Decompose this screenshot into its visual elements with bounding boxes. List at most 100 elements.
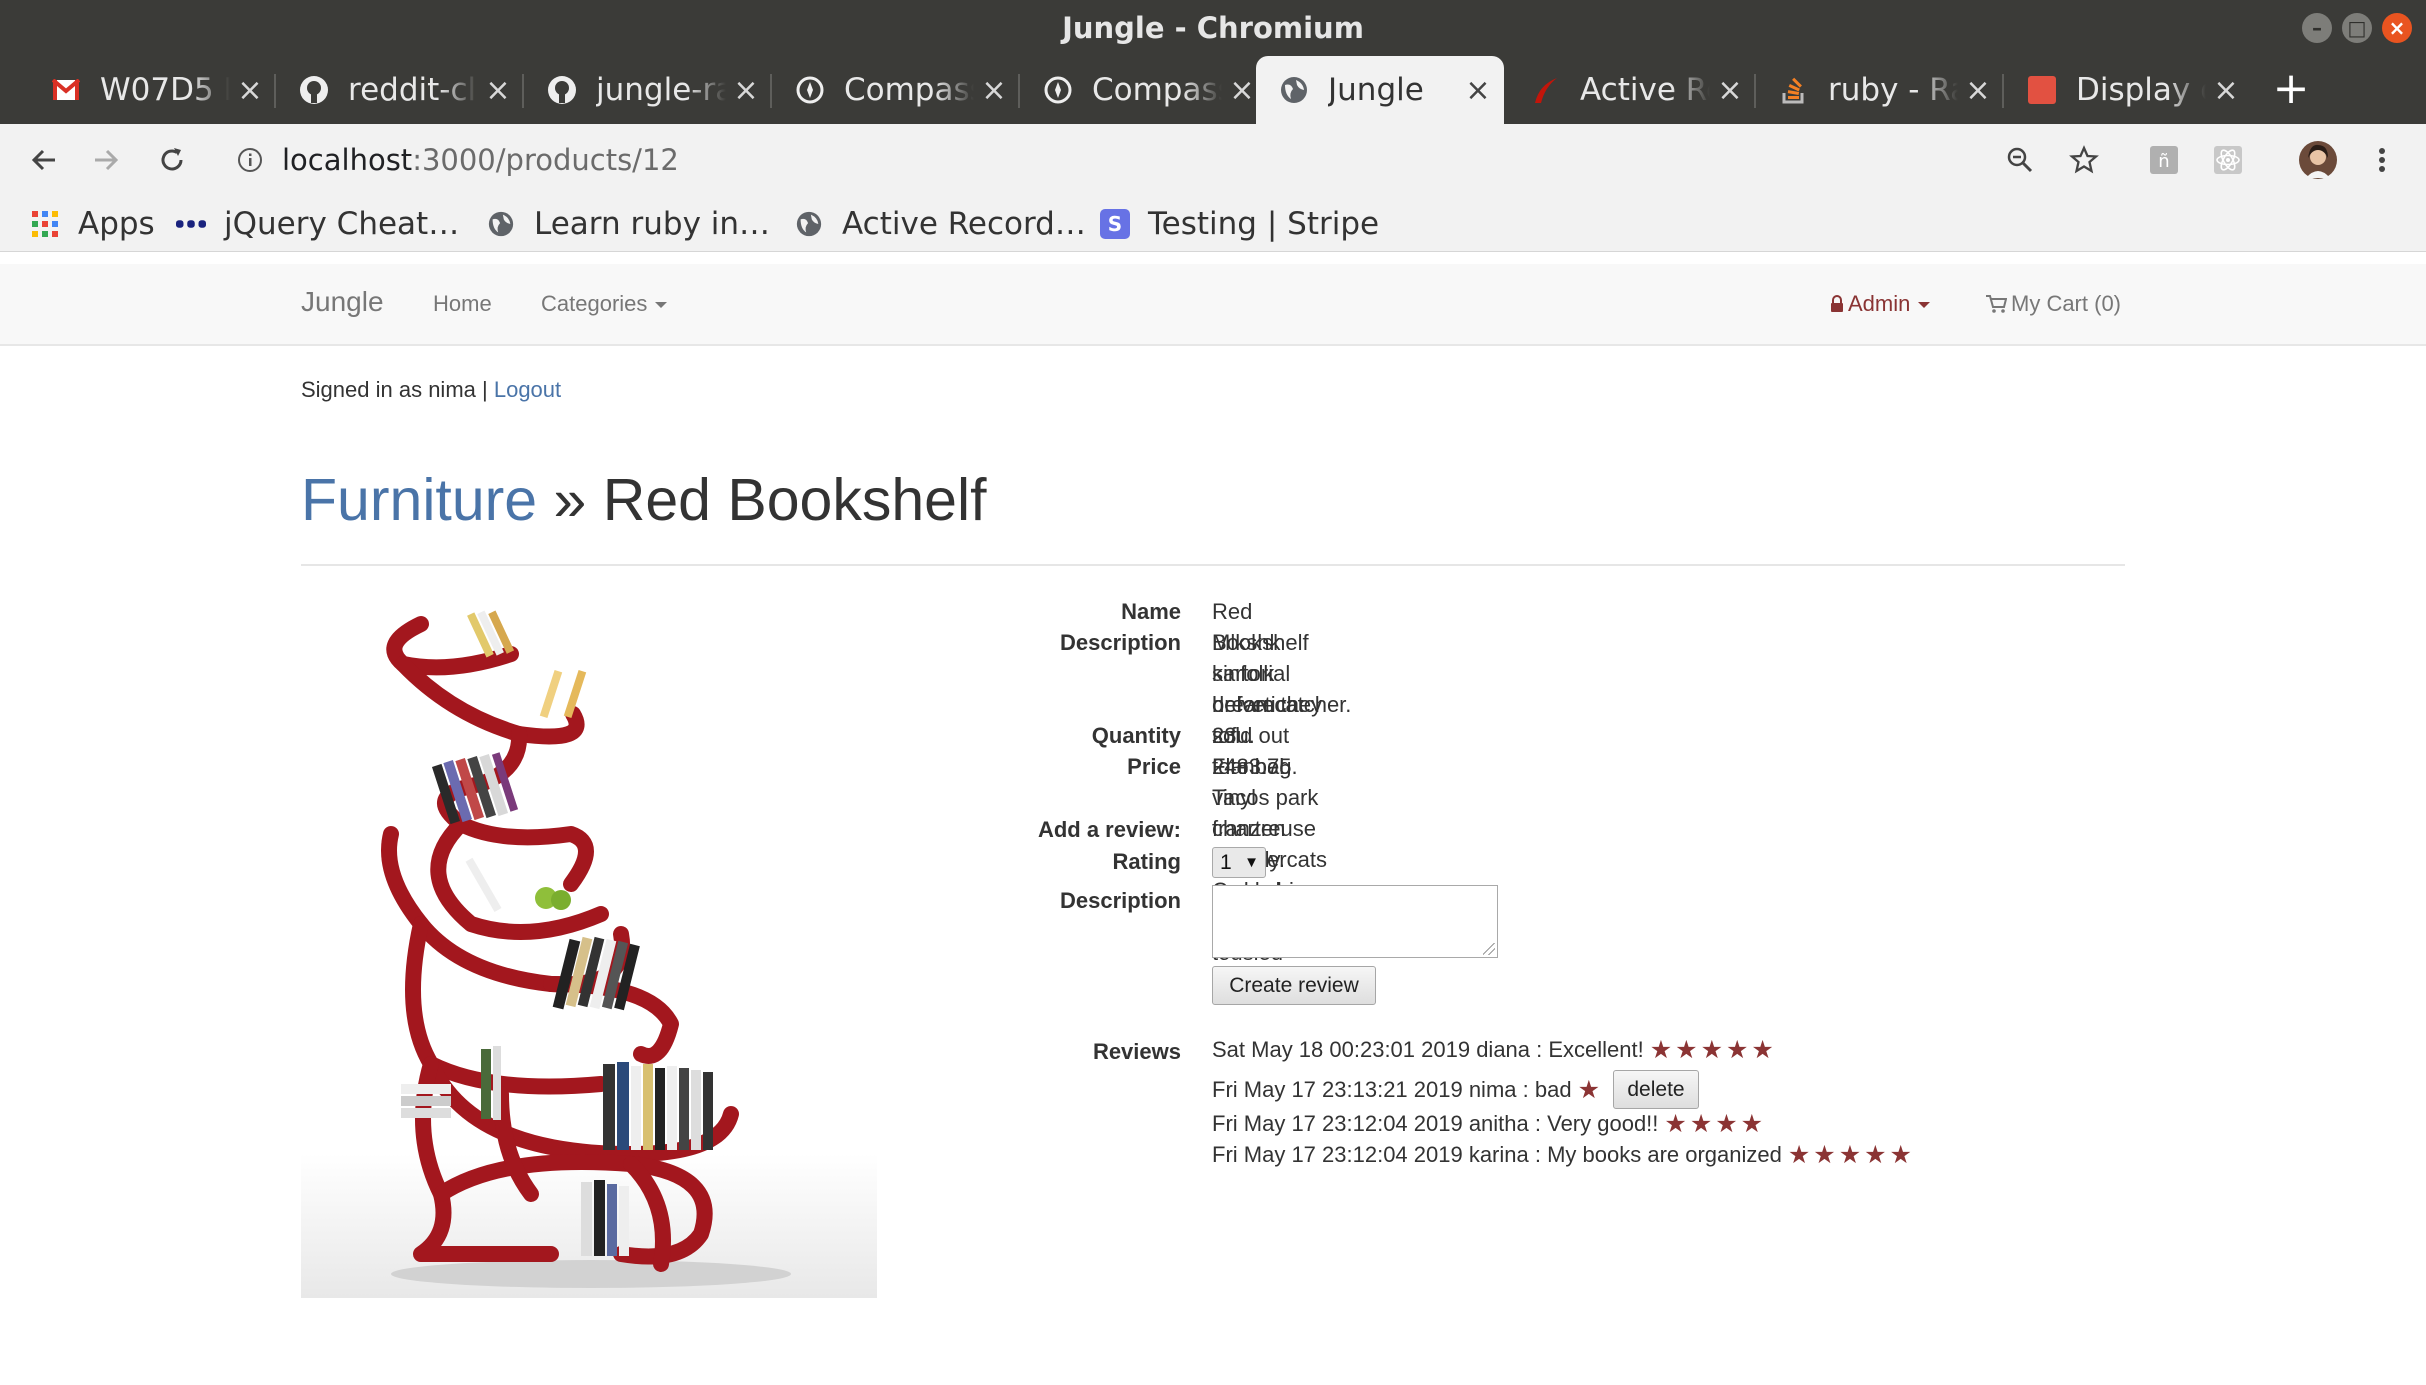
compass-icon <box>794 74 826 106</box>
forward-arrow-icon[interactable] <box>82 136 130 184</box>
browser-tab[interactable]: reddit-cl × <box>276 56 524 124</box>
brand-link[interactable]: Jungle <box>301 286 384 318</box>
svg-text:ñ: ñ <box>2158 151 2169 172</box>
star-rating-icon: ★★★★★ <box>1787 1141 1915 1169</box>
star-rating-icon: ★★★★★ <box>1649 1036 1777 1064</box>
site-navbar: Jungle Home Categories Admin My Cart (0) <box>0 264 2426 346</box>
browser-tab[interactable]: ruby - Ra × <box>1756 56 2004 124</box>
add-review-heading: Add a review: <box>1037 817 1181 842</box>
tab-strip: W07D5 L × reddit-cl × jungle-ra × Compas… <box>0 56 2426 124</box>
tab-close-icon[interactable]: × <box>726 73 766 108</box>
bookmark-jquery-cheat[interactable]: jQuery Cheat… <box>176 204 459 244</box>
cart-icon <box>1985 291 2011 316</box>
browser-menu-icon[interactable] <box>2358 136 2406 184</box>
react-devtools-icon[interactable] <box>2204 136 2252 184</box>
bookmark-star-icon[interactable] <box>2060 136 2108 184</box>
minimize-button[interactable]: – <box>2302 13 2332 43</box>
compass-icon <box>1042 74 1074 106</box>
tab-close-icon[interactable]: × <box>1958 73 1998 108</box>
nav-home-link[interactable]: Home <box>433 291 492 317</box>
gmail-icon <box>50 74 82 106</box>
bookmark-learn-ruby[interactable]: Learn ruby in… <box>486 204 770 244</box>
chevron-down-icon <box>1918 302 1931 309</box>
browser-toolbar: localhost:3000/products/12 ñ <box>0 124 2426 196</box>
create-review-button[interactable]: Create review <box>1212 966 1376 1005</box>
address-bar[interactable]: localhost:3000/products/12 <box>236 136 679 184</box>
delete-review-button[interactable]: delete <box>1612 1070 1699 1109</box>
nav-admin-dropdown[interactable]: Admin <box>1830 291 1931 317</box>
back-arrow-icon[interactable] <box>20 136 68 184</box>
review-description-textarea[interactable] <box>1212 885 1498 958</box>
window-titlebar: Jungle - Chromium – □ × <box>0 0 2426 56</box>
price-label: Price <box>1127 754 1181 779</box>
rating-select[interactable]: 1 ▼ <box>1212 847 1266 878</box>
new-tab-button[interactable]: + <box>2266 56 2316 124</box>
globe-icon <box>794 209 824 239</box>
star-rating-icon: ★ <box>1577 1075 1603 1104</box>
bookmarks-bar: Apps jQuery Cheat… Learn ruby in… Active… <box>0 196 2426 252</box>
title-divider <box>301 564 2125 566</box>
review-item: Sat May 18 00:23:01 2019 diana : Excelle… <box>1212 1036 1777 1064</box>
product-image <box>301 594 877 1298</box>
quantity-value: 23 <box>1212 723 1237 748</box>
bookmark-active-record[interactable]: Active Record… <box>794 204 1086 244</box>
dots-icon <box>176 209 206 239</box>
bookmark-apps[interactable]: Apps <box>30 204 155 244</box>
browser-tab[interactable]: Compass × <box>772 56 1020 124</box>
tab-close-icon[interactable]: × <box>1710 73 1750 108</box>
nav-cart-link[interactable]: My Cart (0) <box>1985 291 2121 317</box>
github-icon <box>546 74 578 106</box>
svg-text:S: S <box>1108 212 1122 236</box>
extension-icon[interactable]: ñ <box>2140 136 2188 184</box>
session-status: Signed in as nima | Logout <box>301 377 562 402</box>
tab-close-icon[interactable]: × <box>230 73 270 108</box>
logout-link[interactable]: Logout <box>494 377 561 402</box>
description-label: Description <box>1059 630 1181 655</box>
review-item: Fri May 17 23:12:04 2019 karina : My boo… <box>1212 1141 1915 1169</box>
bookmark-testing-stripe[interactable]: S Testing | Stripe <box>1100 204 1379 244</box>
reload-icon[interactable] <box>148 136 196 184</box>
window-controls: – □ × <box>2302 13 2412 43</box>
tab-close-icon[interactable]: × <box>1458 73 1498 108</box>
site-info-icon[interactable] <box>236 146 264 174</box>
dropdown-arrow-icon: ▼ <box>1244 854 1259 871</box>
page-title: Furniture » Red Bookshelf <box>301 467 987 533</box>
maximize-button[interactable]: □ <box>2342 13 2372 43</box>
tab-close-icon[interactable]: × <box>974 73 1014 108</box>
resize-grip-icon[interactable] <box>1483 943 1495 955</box>
reviews-label: Reviews <box>1092 1039 1181 1064</box>
tab-close-icon[interactable]: × <box>2206 73 2246 108</box>
price-value: 2483.75 <box>1212 754 1292 779</box>
category-breadcrumb-link[interactable]: Furniture <box>301 467 537 533</box>
tab-close-icon[interactable]: × <box>478 73 518 108</box>
stackoverflow-icon <box>1778 74 1810 106</box>
browser-tab-active[interactable]: Jungle × <box>1256 56 1504 124</box>
close-window-button[interactable]: × <box>2382 13 2412 43</box>
review-description-label: Description <box>1059 888 1181 913</box>
nav-categories-dropdown[interactable]: Categories <box>541 291 668 317</box>
profile-avatar[interactable] <box>2294 136 2342 184</box>
description-line: dreamcatcher. <box>1212 692 1352 717</box>
apps-grid-icon <box>30 209 60 239</box>
browser-tab[interactable]: Compass × <box>1020 56 1268 124</box>
star-rating-icon: ★★★★ <box>1664 1110 1767 1138</box>
browser-tab[interactable]: W07D5 L × <box>28 56 276 124</box>
rating-label: Rating <box>1112 849 1181 874</box>
quantity-label: Quantity <box>1091 723 1181 748</box>
square-icon <box>2026 74 2058 106</box>
review-item: Fri May 17 23:12:04 2019 anitha : Very g… <box>1212 1110 1767 1138</box>
globe-icon <box>1278 74 1310 106</box>
lock-icon <box>1830 291 1848 316</box>
window-title: Jungle - Chromium <box>1062 11 1364 45</box>
stripe-icon: S <box>1100 209 1130 239</box>
rails-icon <box>1530 74 1562 106</box>
browser-tab[interactable]: Display c × <box>2004 56 2252 124</box>
browser-tab[interactable]: Active Re × <box>1508 56 1756 124</box>
review-item: Fri May 17 23:13:21 2019 nima : bad ★ de… <box>1212 1070 1699 1109</box>
chevron-down-icon <box>655 302 668 309</box>
zoom-icon[interactable] <box>1996 136 2044 184</box>
globe-icon <box>486 209 516 239</box>
product-title: Red Bookshelf <box>602 467 987 533</box>
browser-tab[interactable]: jungle-ra × <box>524 56 772 124</box>
name-label: Name <box>1121 599 1181 624</box>
